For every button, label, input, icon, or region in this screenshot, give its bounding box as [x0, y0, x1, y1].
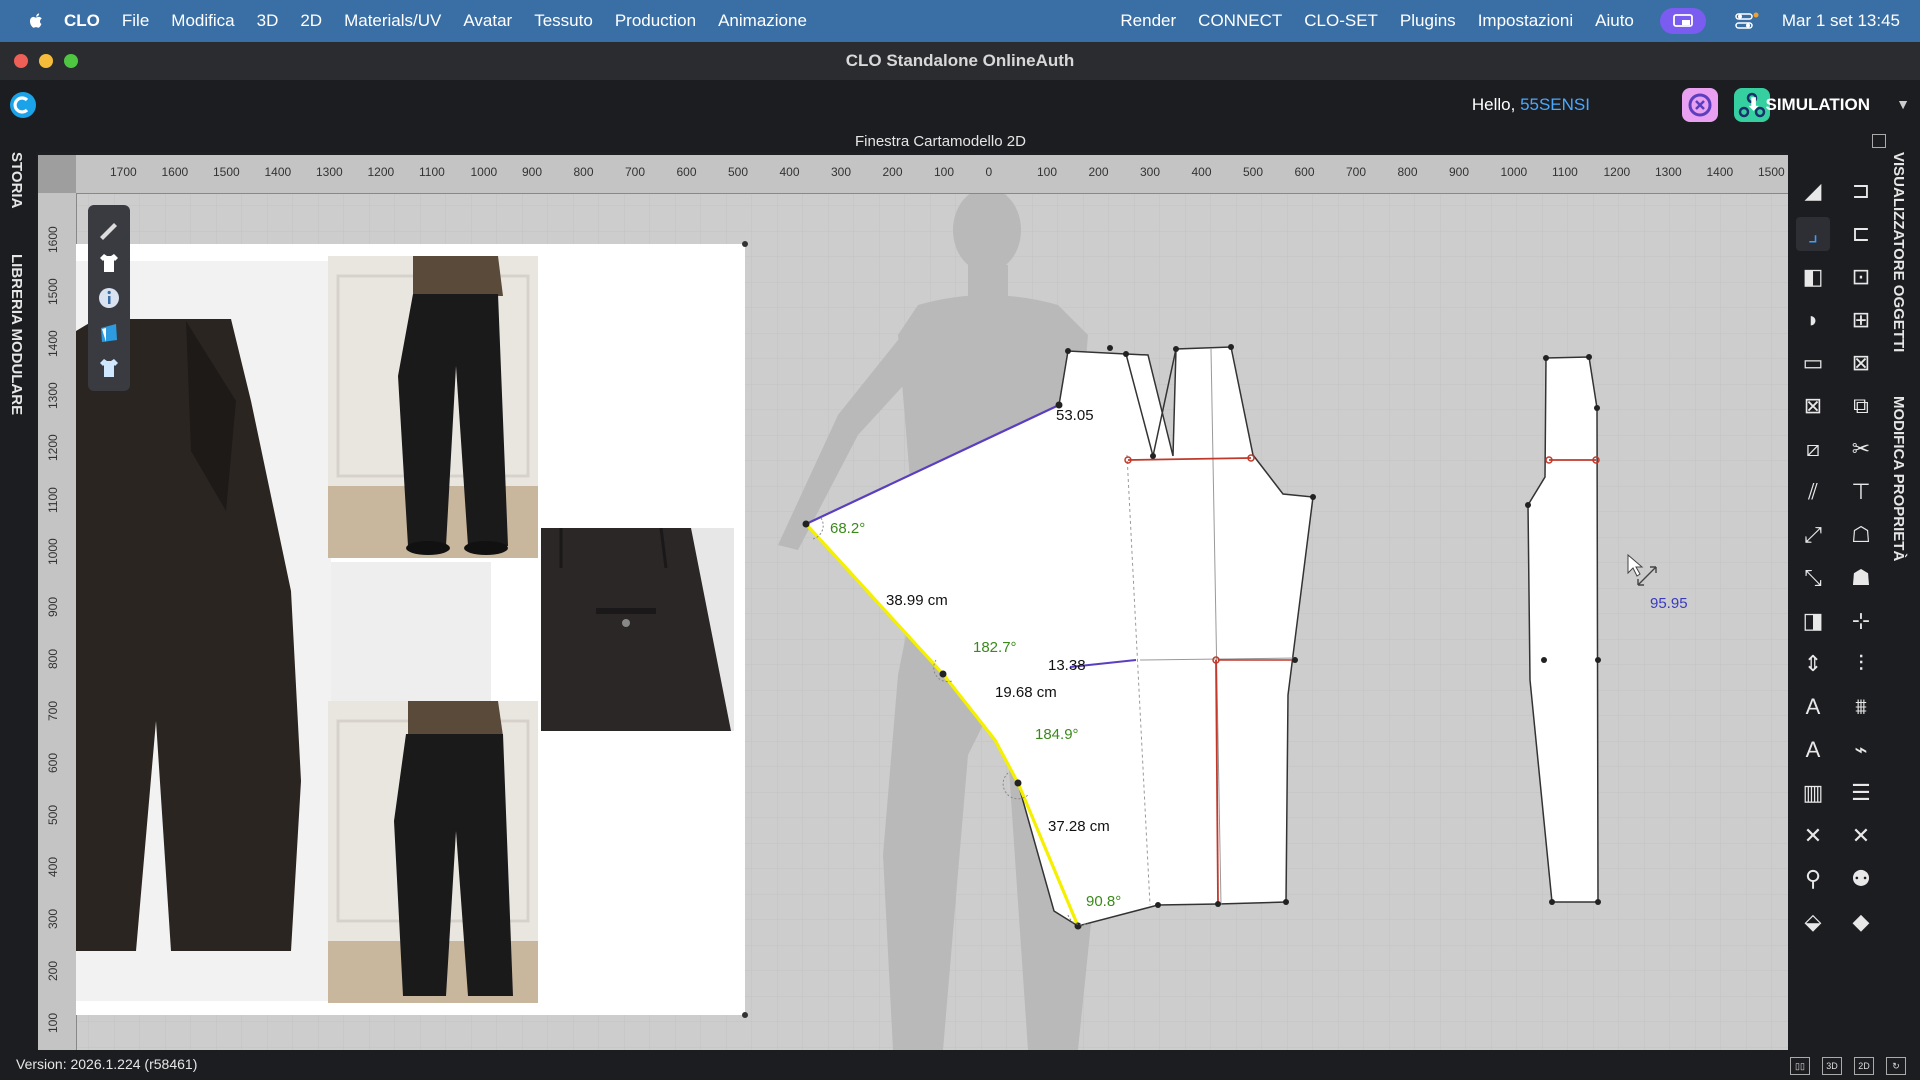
- menu-modifica[interactable]: Modifica: [171, 11, 234, 31]
- menu-production[interactable]: Production: [615, 11, 696, 31]
- angle-label: 90.8°: [1086, 893, 1121, 910]
- tab-visualizzatore-oggetti[interactable]: VISUALIZZATORE OGGETTI: [1890, 152, 1907, 352]
- fold-icon[interactable]: ◨: [1796, 604, 1830, 638]
- menu-tessuto[interactable]: Tessuto: [534, 11, 593, 31]
- grading-alt-icon[interactable]: ☰: [1844, 776, 1878, 810]
- resize-cursor-icon: [1627, 553, 1657, 586]
- sew-icon[interactable]: ⤢: [1796, 518, 1830, 552]
- menu-2d[interactable]: 2D: [300, 11, 322, 31]
- double-chevron-icon: ⬇︎: [1746, 95, 1761, 114]
- menubar-clock[interactable]: Mar 1 set 13:45: [1782, 11, 1900, 31]
- menu-render[interactable]: Render: [1120, 11, 1176, 31]
- length-label: 37.28 cm: [1048, 818, 1110, 835]
- menu-file[interactable]: File: [122, 11, 149, 31]
- free-sew-alt-icon[interactable]: ✕: [1844, 819, 1878, 853]
- font-alt-icon[interactable]: ⌁: [1844, 733, 1878, 767]
- clo-logo-icon[interactable]: [10, 92, 36, 118]
- window-titlebar: CLO Standalone OnlineAuth: [0, 42, 1920, 80]
- ruler-icon[interactable]: ⇕: [1796, 647, 1830, 681]
- dart-icon[interactable]: ⊠: [1796, 389, 1830, 423]
- trace-alt-icon[interactable]: ☗: [1844, 561, 1878, 595]
- internal-line-alt-icon[interactable]: ✂: [1844, 432, 1878, 466]
- simulation-mode-button[interactable]: ⬇︎ SIMULATION: [1747, 95, 1871, 115]
- menu-impostazioni[interactable]: Impostazioni: [1478, 11, 1573, 31]
- length-label: 53.05: [1056, 407, 1094, 424]
- left-sidebar: STORIA LIBRERIA MODULARE: [0, 152, 36, 1050]
- cursor-value-label: 95.95: [1650, 595, 1688, 612]
- curve-tool-icon[interactable]: ◗: [1796, 303, 1830, 337]
- apple-icon[interactable]: [26, 11, 46, 31]
- status-bar: Version: 2026.1.224 (r58461) ▯▯ 3D 2D ↻: [0, 1050, 1920, 1080]
- avatar-editor-icon[interactable]: [1682, 88, 1718, 122]
- app-header: Hello, 55SENSI ⬇︎ SIMULATION ▼: [0, 80, 1920, 130]
- rectangle-icon[interactable]: ▭: [1796, 346, 1830, 380]
- menu-materials-uv[interactable]: Materials/UV: [344, 11, 441, 31]
- menu-connect[interactable]: CONNECT: [1198, 11, 1282, 31]
- polygon-icon[interactable]: ◧: [1796, 260, 1830, 294]
- pin-icon[interactable]: ⚲: [1796, 862, 1830, 896]
- view-2d-icon[interactable]: 2D: [1854, 1057, 1874, 1075]
- refresh-icon[interactable]: ↻: [1886, 1057, 1906, 1075]
- version-label: Version: 2026.1.224 (r58461): [16, 1056, 198, 1072]
- screen-share-icon[interactable]: [1659, 8, 1706, 34]
- menu-aiuto[interactable]: Aiuto: [1595, 11, 1634, 31]
- chevron-down-icon[interactable]: ▼: [1896, 96, 1910, 112]
- angle-label: 184.9°: [1035, 726, 1079, 743]
- fill-alt-icon[interactable]: ◆: [1844, 905, 1878, 939]
- length-label: 38.99 cm: [886, 592, 948, 609]
- menu-clo[interactable]: CLO: [64, 11, 100, 31]
- window-title: CLO Standalone OnlineAuth: [845, 51, 1075, 70]
- grading-icon[interactable]: ▥: [1796, 776, 1830, 810]
- fold-alt-icon[interactable]: ⊹: [1844, 604, 1878, 638]
- sew-alt-icon[interactable]: ☖: [1844, 518, 1878, 552]
- edit-pattern-alt-icon[interactable]: ⊏: [1844, 217, 1878, 251]
- internal-line-icon[interactable]: ⧄: [1796, 432, 1830, 466]
- menu-3d[interactable]: 3D: [257, 11, 279, 31]
- curve-tool-alt-icon[interactable]: ⊞: [1844, 303, 1878, 337]
- text-icon[interactable]: A: [1796, 690, 1830, 724]
- view-3d-icon[interactable]: 3D: [1822, 1057, 1842, 1075]
- tab-libreria-modulare[interactable]: LIBRERIA MODULARE: [8, 254, 25, 415]
- free-sew-icon[interactable]: ✕: [1796, 819, 1830, 853]
- menu-avatar[interactable]: Avatar: [463, 11, 512, 31]
- right-toolbar: VISUALIZZATORE OGGETTI MODIFICA PROPRIET…: [1788, 152, 1920, 1050]
- fill-icon[interactable]: ⬙: [1796, 905, 1830, 939]
- polygon-alt-icon[interactable]: ⊡: [1844, 260, 1878, 294]
- pattern-pieces[interactable]: 53.05 68.2° 38.99 cm 182.7° 19.68 cm 184…: [38, 155, 1788, 1050]
- length-label: 13.38: [1048, 657, 1086, 674]
- trace-icon[interactable]: ⤡: [1796, 561, 1830, 595]
- user-greeting: Hello, 55SENSI: [1472, 95, 1590, 115]
- line-tool-icon[interactable]: ◢: [1796, 174, 1830, 208]
- menu-clo-set[interactable]: CLO-SET: [1304, 11, 1378, 31]
- length-label: 19.68 cm: [995, 684, 1057, 701]
- tab-modifica-proprieta[interactable]: MODIFICA PROPRIETÀ: [1890, 396, 1907, 561]
- dart-alt-icon[interactable]: ⧉: [1844, 389, 1878, 423]
- edit-pattern-icon[interactable]: ⌟: [1796, 217, 1830, 251]
- angle-label: 182.7°: [973, 639, 1017, 656]
- segment-icon[interactable]: ⫽: [1796, 475, 1830, 509]
- hello-label: Hello,: [1471, 95, 1521, 114]
- front-pattern-piece[interactable]: [804, 346, 1314, 927]
- waistband-pattern-piece[interactable]: [1527, 356, 1599, 903]
- ruler-alt-icon[interactable]: ⫶: [1844, 647, 1878, 681]
- username-link[interactable]: 55SENSI: [1520, 95, 1590, 114]
- pin-alt-icon[interactable]: ⚉: [1844, 862, 1878, 896]
- menu-animazione[interactable]: Animazione: [718, 11, 807, 31]
- menu-plugins[interactable]: Plugins: [1400, 11, 1456, 31]
- control-center-icon[interactable]: [1734, 11, 1760, 31]
- tab-storia[interactable]: STORIA: [8, 152, 25, 208]
- pattern-canvas[interactable]: 1700 1600 1500 1400 1300 1200 1100 1000 900 800 70…: [38, 155, 1788, 1050]
- text-alt-icon[interactable]: ⩩: [1844, 690, 1878, 724]
- rectangle-alt-icon[interactable]: ⊠: [1844, 346, 1878, 380]
- pattern-window-header: Finestra Cartamodello 2D: [0, 130, 1920, 152]
- macos-menubar: CLO File Modifica 3D 2D Materials/UV Ava…: [0, 0, 1920, 42]
- line-tool-alt-icon[interactable]: ⊐: [1844, 174, 1878, 208]
- font-icon[interactable]: A: [1796, 733, 1830, 767]
- split-view-icon[interactable]: ▯▯: [1790, 1057, 1810, 1075]
- restore-window-icon[interactable]: [1872, 134, 1886, 148]
- pattern-window-title: Finestra Cartamodello 2D: [855, 133, 1026, 150]
- simulation-label: SIMULATION: [1765, 95, 1870, 114]
- segment-alt-icon[interactable]: ⊤: [1844, 475, 1878, 509]
- angle-label: 68.2°: [830, 520, 865, 537]
